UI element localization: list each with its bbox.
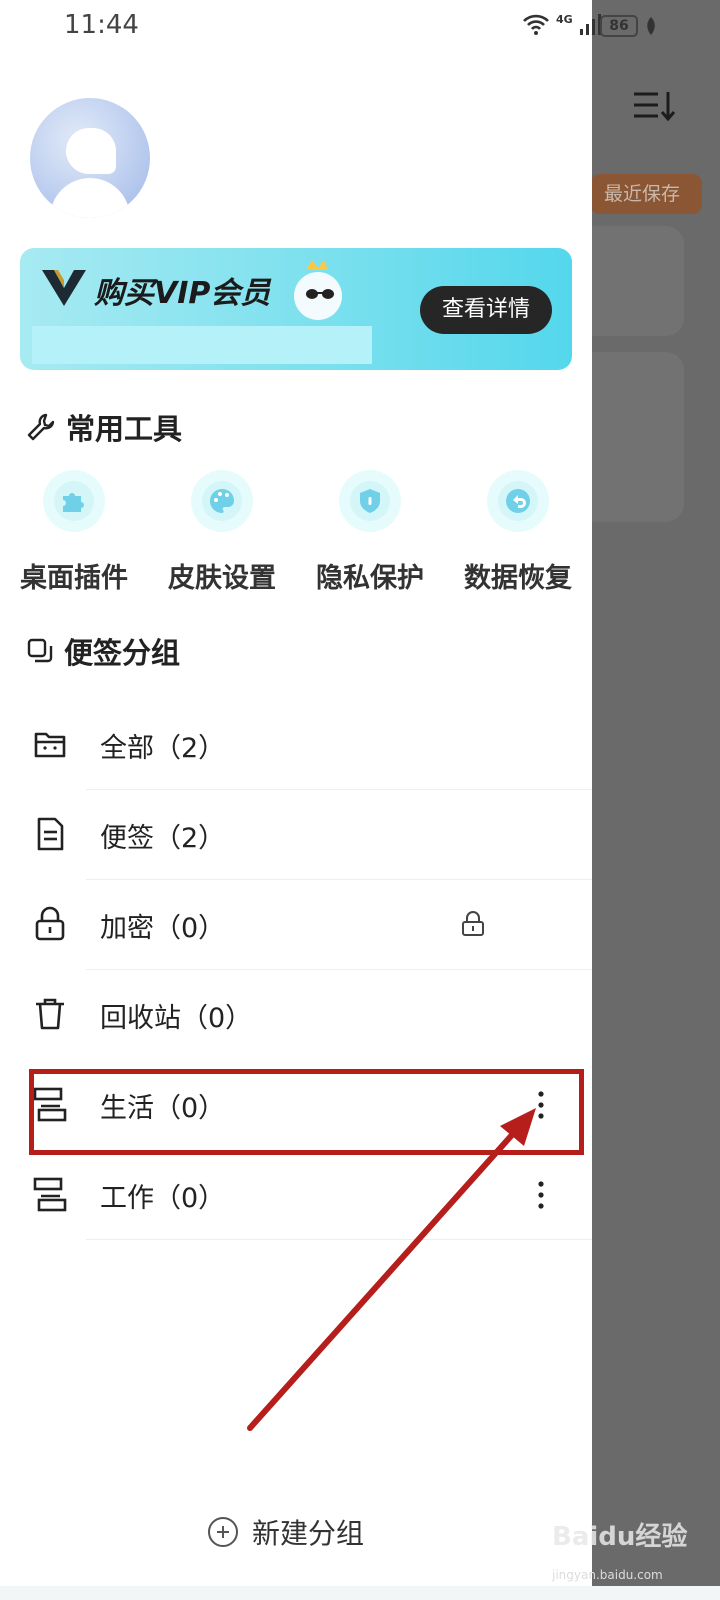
view-details-button[interactable]: 查看详情: [420, 286, 552, 334]
folder-icon: [34, 732, 66, 758]
mascot-icon: [294, 260, 342, 320]
group-item-notes[interactable]: 便签（2）: [0, 790, 592, 880]
avatar[interactable]: [30, 98, 150, 218]
vip-banner[interactable]: 购买VIP会员 查看详情: [20, 248, 572, 370]
group-item-work[interactable]: 工作（0）: [0, 1150, 592, 1240]
group-item-encrypted[interactable]: 加密（0）: [0, 880, 592, 970]
sort-icon[interactable]: [632, 88, 676, 124]
status-bar: 11:44 4G 86: [0, 0, 720, 56]
new-group-button[interactable]: 新建分组: [208, 1512, 364, 1552]
lock-icon: [35, 906, 65, 941]
tools-section-title: 常用工具: [26, 406, 182, 448]
recent-saved-chip: 最近保存: [590, 174, 702, 214]
more-options-icon[interactable]: [536, 1180, 546, 1210]
bottom-strip: [0, 1586, 720, 1600]
palette-icon: [210, 489, 234, 513]
watermark: Baidu经验: [552, 1522, 688, 1552]
battery-icon: 86: [600, 15, 638, 37]
tool-privacy-protection[interactable]: 隐私保护: [296, 470, 444, 595]
note-icon: [37, 817, 64, 851]
vip-subtitle-bar: [32, 326, 372, 364]
network-type: 4G: [556, 12, 573, 26]
shield-icon: [360, 489, 380, 513]
tools-grid: 桌面插件 皮肤设置 隐私保护 数据恢复: [0, 470, 592, 600]
group-icon: [33, 1177, 67, 1212]
tool-desktop-widget[interactable]: 桌面插件: [0, 470, 148, 595]
restore-icon: [506, 489, 530, 513]
wifi-icon: [523, 14, 549, 35]
divider: [86, 1239, 592, 1240]
highlight-box: [29, 1069, 584, 1155]
wrench-icon: [27, 413, 55, 441]
tool-data-recovery[interactable]: 数据恢复: [444, 470, 592, 595]
group-item-trash[interactable]: 回收站（0）: [0, 970, 592, 1060]
trash-icon: [36, 998, 64, 1030]
vip-logo-icon: [42, 270, 86, 306]
leaf-icon: [647, 17, 655, 35]
layers-icon: [27, 638, 53, 663]
groups-section-title: 便签分组: [26, 630, 180, 672]
group-item-all[interactable]: 全部（2）: [0, 700, 592, 790]
add-circle-icon: [208, 1517, 238, 1547]
watermark-url: jingyan.baidu.com: [552, 1568, 663, 1582]
puzzle-icon: [63, 493, 84, 512]
status-time: 11:44: [64, 10, 139, 40]
navigation-drawer: 购买VIP会员 查看详情 常用工具 桌面插件 皮肤设置 隐私保护 数据恢复 便签…: [0, 0, 592, 1600]
small-lock-icon: [462, 911, 484, 936]
vip-title: 购买VIP会员: [94, 276, 271, 311]
tool-skin-settings[interactable]: 皮肤设置: [148, 470, 296, 595]
